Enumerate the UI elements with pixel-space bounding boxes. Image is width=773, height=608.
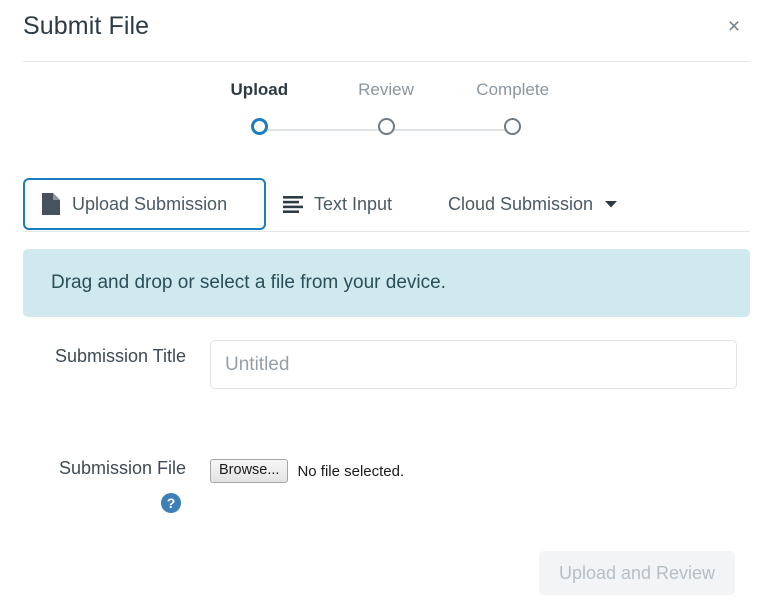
submission-title-input[interactable] (210, 340, 737, 389)
step-dot-cell-review (323, 118, 450, 135)
step-dot-complete[interactable] (504, 118, 522, 135)
header-divider (23, 61, 750, 62)
dialog-header: Submit File × (0, 0, 773, 62)
file-input-control[interactable]: Browse... No file selected. (210, 458, 404, 484)
step-label-upload: Upload (230, 80, 289, 99)
stepper-track (196, 118, 576, 142)
submission-file-row: Submission File Browse... No file select… (0, 452, 773, 485)
svg-text:?: ? (167, 495, 176, 511)
submission-title-label: Submission Title (54, 346, 186, 366)
tab-upload-submission[interactable]: Upload Submission (23, 178, 266, 230)
step-dot-review[interactable] (377, 118, 395, 135)
submission-type-tabs: Upload Submission Text Input Cloud Submi… (0, 176, 773, 232)
step-dot-cell-upload (196, 118, 323, 135)
file-selected-status: No file selected. (297, 462, 405, 480)
tab-cloud-submission-label: Cloud Submission (448, 193, 594, 214)
submit-file-dialog: Submit File × Upload Review Complete Upl… (0, 0, 773, 608)
page-title: Submit File (23, 12, 150, 40)
upload-and-review-button[interactable]: Upload and Review (539, 551, 735, 595)
tab-text-input[interactable]: Text Input (283, 178, 392, 230)
submission-title-row: Submission Title (0, 340, 773, 389)
tab-cloud-submission[interactable]: Cloud Submission (448, 178, 618, 230)
progress-stepper: Upload Review Complete (0, 72, 773, 150)
close-icon[interactable]: × (721, 13, 747, 39)
stepper-dots (196, 118, 576, 135)
submission-file-label: Submission File (58, 458, 186, 478)
submission-title-field (210, 340, 737, 389)
browse-button[interactable]: Browse... (210, 458, 289, 484)
submission-file-field: Browse... No file selected. (210, 452, 404, 485)
step-label-complete: Complete (476, 80, 550, 99)
tab-upload-submission-label: Upload Submission (72, 193, 228, 214)
document-icon (41, 192, 61, 216)
tab-text-input-label: Text Input (314, 193, 393, 214)
step-dot-upload[interactable] (250, 118, 268, 135)
file-drop-zone-message: Drag and drop or select a file from your… (51, 272, 446, 293)
step-dot-cell-complete (449, 118, 576, 135)
stepper-labels: Upload Review Complete (196, 80, 576, 100)
tab-bar-divider (23, 231, 750, 232)
help-circle-icon[interactable]: ? (160, 492, 182, 514)
text-lines-icon (283, 195, 303, 213)
chevron-down-icon (605, 200, 618, 208)
file-drop-zone[interactable]: Drag and drop or select a file from your… (23, 249, 750, 317)
step-label-review: Review (358, 80, 414, 99)
